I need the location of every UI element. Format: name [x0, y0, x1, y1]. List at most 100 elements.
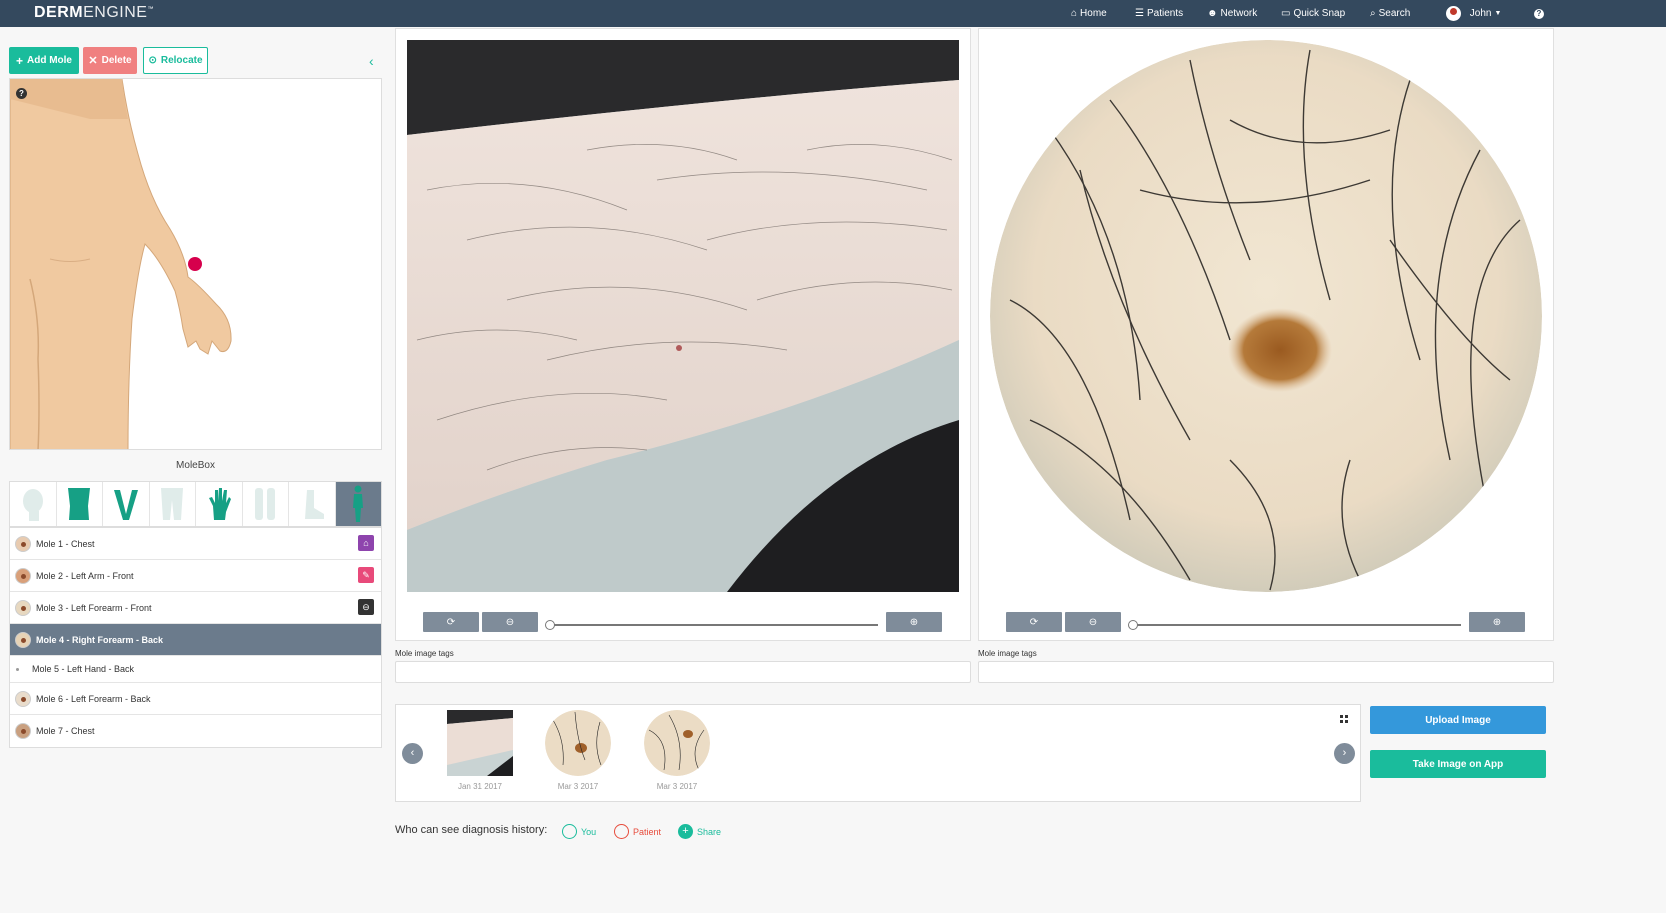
- mole-row-4[interactable]: Mole 4 - Right Forearm - Back: [10, 624, 381, 656]
- nav-network[interactable]: ☻ Network: [1207, 0, 1257, 27]
- pen-icon[interactable]: ✎: [358, 567, 374, 583]
- mole-row-6[interactable]: Mole 6 - Left Forearm - Back: [10, 683, 381, 715]
- mole-label: Mole 1 - Chest: [36, 538, 95, 549]
- relocate-label: Relocate: [160, 55, 203, 66]
- body-map[interactable]: ?: [9, 78, 382, 450]
- zoom-slider-handle[interactable]: [545, 620, 555, 630]
- caret-down-icon: ▼: [1494, 10, 1502, 17]
- gallery-thumb-3[interactable]: [644, 710, 710, 776]
- zoom-in-icon: ⊕: [1492, 616, 1502, 628]
- dermoscopic-photo[interactable]: [990, 40, 1542, 592]
- image-gallery: ‹ › Jan 31 2017 Mar 3 2017 Mar 3 2017: [395, 704, 1361, 802]
- add-mole-button[interactable]: + Add Mole: [9, 47, 79, 74]
- take-image-on-app-button[interactable]: Take Image on App: [1370, 750, 1546, 778]
- mole-thumbnail: [15, 599, 31, 616]
- diagnosis-visibility-label: Who can see diagnosis history:: [395, 824, 548, 836]
- zoom-in-button[interactable]: ⊕: [1469, 612, 1525, 632]
- mole-row-2[interactable]: Mole 2 - Left Arm - Front ✎: [10, 560, 381, 592]
- top-navbar: DERMENGINE™ ⌂ Home ☰ Patients ☻ Network ▭ Qu…: [0, 0, 1666, 27]
- zoom-out-button[interactable]: ⊖: [1065, 612, 1121, 632]
- gallery-date-2: Mar 3 2017: [557, 782, 599, 791]
- foot-icon[interactable]: [289, 482, 336, 526]
- grid-view-icon[interactable]: [1340, 715, 1348, 723]
- gallery-date-1: Jan 31 2017: [457, 782, 503, 791]
- delete-label: Delete: [101, 55, 132, 66]
- mole-thumbnail: [15, 690, 31, 707]
- zoom-slider[interactable]: [550, 624, 878, 626]
- mole-thumbnail: [15, 723, 31, 739]
- gallery-thumb-1[interactable]: [447, 710, 513, 776]
- visibility-patient-label: Patient: [633, 826, 662, 837]
- nav-user-menu[interactable]: John ▼: [1446, 0, 1501, 27]
- zoom-out-icon: ⊖: [505, 616, 515, 628]
- add-mole-label: Add Mole: [27, 55, 72, 66]
- rotate-button[interactable]: ⟳: [1006, 612, 1062, 632]
- rotate-icon: ⟳: [446, 616, 456, 628]
- mole-image-tags-input[interactable]: [395, 661, 971, 683]
- home-icon: ⌂: [1071, 8, 1078, 19]
- nav-home[interactable]: ⌂ Home: [1071, 0, 1107, 27]
- rotate-button[interactable]: ⟳: [423, 612, 479, 632]
- home-icon[interactable]: ⌂: [358, 535, 374, 551]
- close-icon: ✕: [88, 55, 98, 67]
- nav-patients[interactable]: ☰ Patients: [1135, 0, 1183, 27]
- relocate-button[interactable]: ⊙ Relocate: [143, 47, 208, 74]
- molebox-label: MoleBox: [176, 460, 215, 471]
- upload-image-button[interactable]: Upload Image: [1370, 706, 1546, 734]
- visibility-you-option[interactable]: You: [562, 824, 596, 839]
- plus-icon: +: [678, 824, 693, 839]
- mole-row-5[interactable]: Mole 5 - Left Hand - Back: [10, 656, 381, 683]
- zoom-in-button[interactable]: ⊕: [886, 612, 942, 632]
- mole-label: Mole 3 - Left Forearm - Front: [36, 602, 152, 613]
- mole-marker[interactable]: [188, 257, 202, 271]
- patient-icon: [614, 824, 629, 839]
- brand-logo[interactable]: DERMENGINE™: [34, 4, 154, 22]
- clinical-photo[interactable]: [407, 40, 959, 592]
- camera-icon: ▭: [1281, 8, 1291, 19]
- mole-row-3[interactable]: Mole 3 - Left Forearm - Front ⊖: [10, 592, 381, 624]
- gallery-prev-button[interactable]: ‹: [402, 743, 423, 764]
- target-icon: ⊙: [148, 55, 157, 66]
- nav-help[interactable]: ?: [1534, 0, 1544, 27]
- visibility-share-option[interactable]: + Share: [678, 824, 721, 839]
- torso-icon[interactable]: [57, 482, 103, 526]
- lower-legs-icon[interactable]: [243, 482, 289, 526]
- head-icon[interactable]: [10, 482, 57, 526]
- mole-thumbnail: [15, 631, 31, 648]
- nav-home-label: Home: [1080, 8, 1107, 19]
- help-icon[interactable]: ?: [16, 88, 27, 99]
- mole-list: Mole 1 - Chest ⌂ Mole 2 - Left Arm - Fro…: [9, 527, 382, 748]
- nav-quick-snap[interactable]: ▭ Quick Snap: [1281, 0, 1345, 27]
- brand-logo-bold: DERM: [34, 4, 84, 21]
- zoom-slider[interactable]: [1133, 624, 1461, 626]
- nav-network-label: Network: [1220, 8, 1258, 19]
- mole-label: Mole 5 - Left Hand - Back: [32, 664, 135, 674]
- nav-search[interactable]: ⌕ Search: [1370, 0, 1410, 27]
- minus-circle-icon[interactable]: ⊖: [358, 599, 374, 615]
- mole-thumbnail: [15, 535, 31, 552]
- full-body-icon[interactable]: [335, 482, 381, 526]
- delete-button[interactable]: ✕ Delete: [83, 47, 137, 74]
- plus-icon: +: [15, 53, 23, 68]
- zoom-slider-handle[interactable]: [1128, 620, 1138, 630]
- mole-row-7[interactable]: Mole 7 - Chest: [10, 715, 381, 747]
- mole-row-1[interactable]: Mole 1 - Chest ⌂: [10, 528, 381, 560]
- legs-icon[interactable]: [150, 482, 196, 526]
- hand-icon[interactable]: [196, 482, 243, 526]
- nav-user-label: John: [1469, 8, 1492, 19]
- gallery-thumb-2[interactable]: [545, 710, 611, 776]
- nav-patients-label: Patients: [1146, 8, 1184, 19]
- arms-icon[interactable]: [103, 482, 150, 526]
- visibility-you-label: You: [581, 826, 597, 837]
- gallery-next-button[interactable]: ›: [1334, 743, 1355, 764]
- list-icon: ☰: [1135, 8, 1144, 19]
- visibility-share-label: Share: [697, 826, 722, 837]
- collapse-panel-icon[interactable]: ‹: [369, 53, 374, 69]
- visibility-patient-option[interactable]: Patient: [614, 824, 661, 839]
- mole-image-tags-input[interactable]: [978, 661, 1554, 683]
- mole-thumbnail: [16, 667, 19, 671]
- zoom-in-icon: ⊕: [909, 616, 919, 628]
- zoom-out-button[interactable]: ⊖: [482, 612, 538, 632]
- rotate-icon: ⟳: [1029, 616, 1039, 628]
- mole-image-tags-label: Mole image tags: [395, 649, 454, 658]
